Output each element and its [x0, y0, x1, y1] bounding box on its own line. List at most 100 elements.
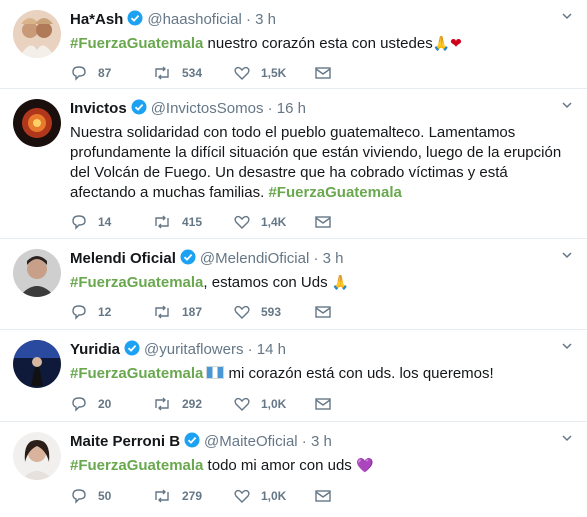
like-count: 1,0K — [261, 489, 287, 503]
reply-count: 20 — [98, 397, 112, 411]
retweet-button[interactable]: 534 — [152, 63, 202, 83]
reply-button[interactable]: 87 — [70, 63, 111, 83]
hashtag-link[interactable]: #FuerzaGuatemala — [268, 184, 401, 201]
like-button[interactable]: 1,0K — [233, 394, 286, 414]
tweet-actions: 14 415 1,4K — [70, 212, 370, 232]
retweet-button[interactable]: 279 — [152, 486, 202, 506]
like-button[interactable]: 1,4K — [233, 212, 286, 232]
envelope-icon — [315, 306, 331, 318]
dm-button[interactable] — [314, 486, 342, 506]
retweet-icon — [155, 489, 169, 503]
reply-button[interactable]: 20 — [70, 394, 111, 414]
author-name[interactable]: Invictos — [70, 100, 127, 117]
avatar[interactable] — [13, 249, 61, 297]
author-name[interactable]: Melendi Oficial — [70, 250, 176, 267]
guatemala-flag-icon — [206, 366, 225, 379]
tweet-actions: 20 292 1,0K — [70, 394, 370, 414]
reply-button[interactable]: 14 — [70, 212, 111, 232]
avatar[interactable] — [13, 432, 61, 480]
chevron-down-icon[interactable] — [561, 340, 573, 352]
reply-icon — [72, 489, 86, 504]
retweet-button[interactable]: 292 — [152, 394, 202, 414]
timestamp[interactable]: 14 h — [257, 341, 286, 358]
retweet-button[interactable]: 415 — [152, 212, 202, 232]
like-button[interactable]: 1,5K — [233, 63, 286, 83]
tweet-actions: 12 187 593 — [70, 302, 370, 322]
avatar[interactable] — [13, 10, 61, 58]
envelope-icon — [315, 398, 331, 410]
tweet-text: #FuerzaGuatemala todo mi amor con uds 💜 — [70, 456, 575, 476]
timestamp[interactable]: 3 h — [255, 11, 276, 28]
tweet-yuridia[interactable]: Yuridia @yuritaflowers · 14 h #FuerzaGuat… — [0, 330, 587, 422]
tweet-actions: 87 534 1,5K — [70, 63, 370, 83]
tweet-haash[interactable]: Ha*Ash @haashoficial · 3 h #FuerzaGuatema… — [0, 0, 587, 89]
chevron-down-icon[interactable] — [561, 432, 573, 444]
timestamp[interactable]: 3 h — [323, 250, 344, 267]
retweet-count: 415 — [182, 215, 203, 229]
tweet-text: Nuestra solidaridad con todo el pueblo g… — [70, 123, 575, 203]
retweet-icon — [155, 397, 169, 411]
separator-dot: · — [247, 341, 253, 358]
tweet-text-body: , estamos con Uds — [203, 274, 332, 291]
tweet-actions: 50 279 1,0K — [70, 486, 370, 506]
hashtag-link[interactable]: #FuerzaGuatemala — [70, 365, 203, 382]
author-name[interactable]: Maite Perroni B — [70, 433, 180, 450]
avatar[interactable] — [13, 340, 61, 388]
like-count: 1,0K — [261, 397, 287, 411]
retweet-button[interactable]: 187 — [152, 302, 202, 322]
tweet-text-body: todo mi amor con uds — [203, 457, 356, 474]
heart-outline-icon — [234, 215, 250, 229]
tweet-melendi[interactable]: Melendi Oficial @MelendiOficial · 3 h #Fu… — [0, 239, 587, 330]
tweet-invictos[interactable]: Invictos @InvictosSomos · 16 h Nuestra so… — [0, 89, 587, 239]
author-handle[interactable]: @yuritaflowers — [144, 341, 243, 358]
like-button[interactable]: 1,0K — [233, 486, 286, 506]
tweet-text-body: mi corazón está con uds. los queremos! — [224, 365, 494, 382]
retweet-icon — [155, 215, 169, 229]
hashtag-link[interactable]: #FuerzaGuatemala — [70, 457, 203, 474]
like-count: 1,4K — [261, 215, 287, 229]
author-name[interactable]: Ha*Ash — [70, 11, 123, 28]
dm-button[interactable] — [314, 212, 342, 232]
chevron-down-icon[interactable] — [561, 249, 573, 261]
timestamp[interactable]: 3 h — [311, 433, 332, 450]
reply-count: 14 — [98, 215, 112, 229]
avatar[interactable] — [13, 99, 61, 147]
heart-outline-icon — [234, 489, 250, 503]
timestamp[interactable]: 16 h — [277, 100, 306, 117]
author-handle[interactable]: @haashoficial — [147, 11, 241, 28]
separator-dot: · — [301, 433, 307, 450]
author-handle[interactable]: @InvictosSomos — [151, 100, 264, 117]
reply-icon — [72, 397, 86, 412]
chevron-down-icon[interactable] — [561, 99, 573, 111]
author-handle[interactable]: @MaiteOficial — [204, 433, 298, 450]
hashtag-link[interactable]: #FuerzaGuatemala — [70, 35, 203, 52]
separator-dot: · — [267, 100, 273, 117]
reply-count: 50 — [98, 489, 112, 503]
envelope-icon — [315, 67, 331, 79]
retweet-icon — [155, 66, 169, 80]
verified-badge-icon — [131, 99, 147, 121]
retweet-count: 534 — [182, 66, 203, 80]
author-handle[interactable]: @MelendiOficial — [200, 250, 309, 267]
purple-heart-emoji: 💜 — [355, 458, 374, 474]
tweet-text-body: nuestro corazón esta con ustedes — [203, 35, 433, 52]
dm-button[interactable] — [314, 302, 342, 322]
tweet-maite[interactable]: Maite Perroni B @MaiteOficial · 3 h #Fuer… — [0, 422, 587, 517]
heart-outline-icon — [234, 397, 250, 411]
retweet-count: 187 — [182, 305, 203, 319]
retweet-count: 279 — [182, 489, 203, 503]
author-name[interactable]: Yuridia — [70, 341, 120, 358]
dm-button[interactable] — [314, 63, 342, 83]
reply-icon — [72, 66, 86, 81]
verified-badge-icon — [180, 249, 196, 271]
reply-button[interactable]: 12 — [70, 302, 111, 322]
dm-button[interactable] — [314, 394, 342, 414]
reply-count: 87 — [98, 66, 112, 80]
like-count: 593 — [261, 305, 282, 319]
chevron-down-icon[interactable] — [561, 10, 573, 22]
like-button[interactable]: 593 — [233, 302, 281, 322]
heart-outline-icon — [234, 66, 250, 80]
reply-button[interactable]: 50 — [70, 486, 111, 506]
retweet-icon — [155, 305, 169, 319]
hashtag-link[interactable]: #FuerzaGuatemala — [70, 274, 203, 291]
